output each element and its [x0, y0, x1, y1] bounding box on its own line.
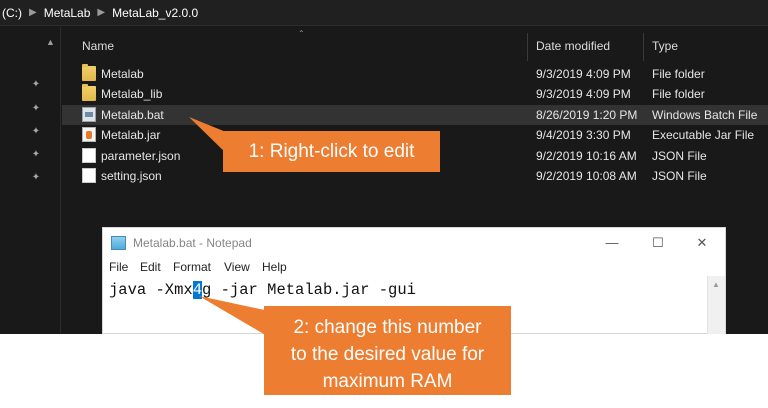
- callout-right-click-to-edit: 1: Right-click to edit: [223, 131, 440, 172]
- callout-change-ram-number: 2: change this number to the desired val…: [264, 306, 511, 395]
- callout-line: 2: change this number: [293, 317, 482, 338]
- callout-2-pointer: [199, 296, 274, 340]
- callout-line: maximum RAM: [322, 371, 453, 392]
- callout-line: to the desired value for: [290, 344, 485, 365]
